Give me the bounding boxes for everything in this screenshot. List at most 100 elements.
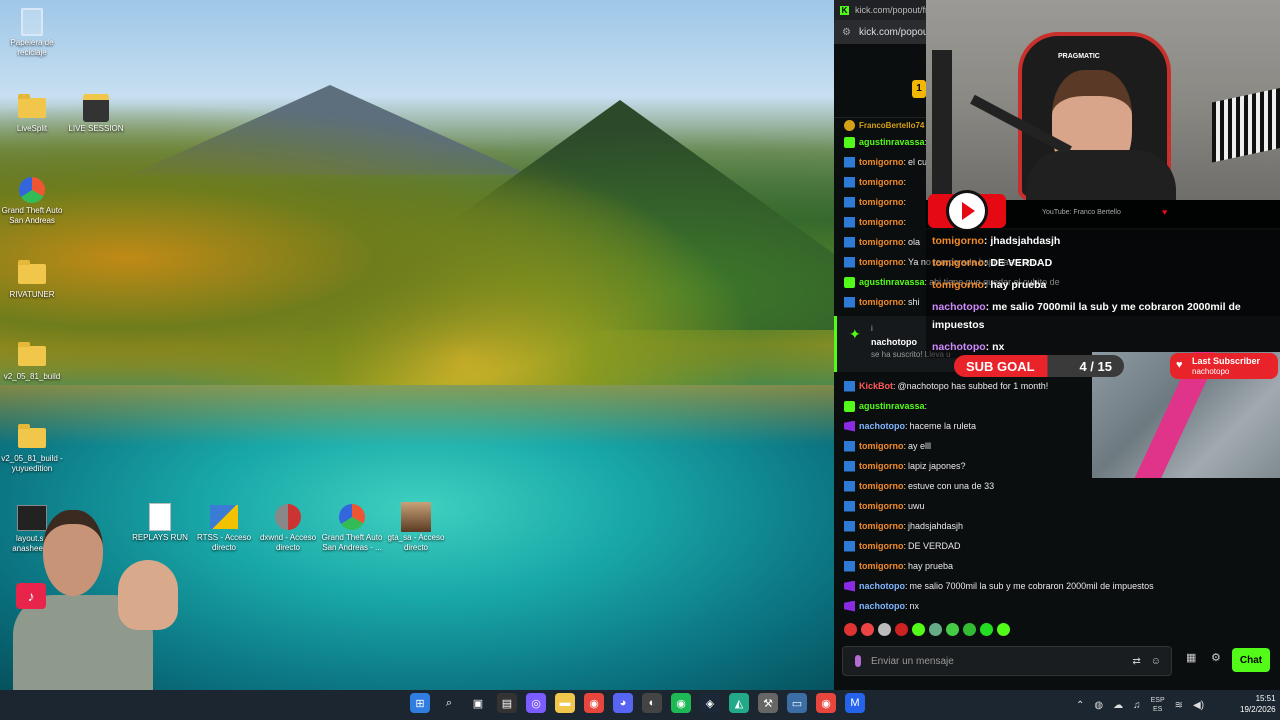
emote-icon[interactable] (929, 623, 942, 636)
chat-username[interactable]: FrancoBertello74 (859, 121, 924, 130)
chat-input-placeholder: Enviar un mensaje (871, 655, 954, 667)
emote-icon[interactable] (861, 623, 874, 636)
gta-icon[interactable]: ◭ (729, 693, 749, 713)
tool-icon[interactable]: ⚒ (758, 693, 778, 713)
chat-text: uwu (908, 501, 925, 511)
chat-message: tomigorno: jhadsjahdasjh (834, 516, 1280, 536)
folder-icon (18, 342, 46, 366)
emote-icon[interactable] (912, 623, 925, 636)
chat-message: nachotopo: nx (834, 596, 1280, 616)
chat-username[interactable]: nachotopo (859, 601, 905, 611)
desktop-icon-build-yuyu[interactable]: v2_05_81_build - yuyuedition (0, 424, 67, 474)
gta-icon (339, 504, 365, 530)
store-icon[interactable]: ▤ (497, 693, 517, 713)
cloud-icon[interactable]: ☁ (1113, 700, 1123, 711)
discord-icon[interactable]: ◕ (613, 693, 633, 713)
emote-icon[interactable] (895, 623, 908, 636)
mail-icon[interactable]: M (845, 693, 865, 713)
monitor-icon[interactable]: ▭ (787, 693, 807, 713)
chat-username[interactable]: agustinravassa (859, 277, 925, 287)
chat-username[interactable]: tomigorno (859, 501, 904, 511)
emote-icon[interactable] (997, 623, 1010, 636)
wifi-icon[interactable]: ≋ (1175, 700, 1183, 711)
desktop-icon-rtss[interactable]: RTSS - Acceso directo (189, 503, 259, 553)
chat-username[interactable]: KickBot (859, 381, 893, 391)
folder-icon (18, 94, 46, 118)
chat-send-button[interactable]: Chat (1232, 648, 1270, 672)
file-explorer-icon[interactable]: ▬ (555, 693, 575, 713)
chat-username[interactable]: agustinravassa (859, 401, 925, 411)
chat-text: ola (908, 237, 921, 247)
emote-icon[interactable] (844, 623, 857, 636)
chrome-icon[interactable]: ◉ (816, 693, 836, 713)
desktop-icon-livesplit[interactable]: LiveSplit (0, 94, 67, 134)
clock[interactable]: 15:51 19/2/2026 (1240, 693, 1276, 715)
chrome-icon[interactable]: ◉ (584, 693, 604, 713)
desktop-icon-build[interactable]: v2_05_81_build (0, 342, 67, 382)
tab-title: kick.com/popout/fra (855, 5, 934, 15)
clock-time: 15:51 (1255, 694, 1276, 703)
chat-username[interactable]: nachotopo (859, 421, 905, 431)
chat-message: tomigorno: hay prueba (834, 556, 1280, 576)
search-icon[interactable]: ⌕ (439, 693, 459, 713)
emote-bar (844, 623, 1010, 636)
obs-icon[interactable]: ◐ (642, 693, 662, 713)
chat-username[interactable]: tomigorno (859, 481, 904, 491)
desktop-icon-rivatuner[interactable]: RIVATUNER (0, 260, 67, 300)
language-indicator[interactable]: ESP ES (1151, 696, 1165, 714)
chat-username[interactable]: tomigorno (859, 297, 904, 307)
settings-icon[interactable]: ⚙ (1211, 651, 1221, 664)
chevron-up-icon[interactable]: ⌃ (1076, 700, 1084, 711)
desktop-icon-dxwnd[interactable]: dxwnd - Acceso directo (253, 503, 323, 553)
desktop-icon-gta-sa-shortcut[interactable]: Grand Theft Auto San Andreas - ... (317, 503, 387, 553)
chat-username[interactable]: tomigorno (859, 441, 904, 451)
desktop-icon-gta-exe[interactable]: gta_sa - Acceso directo (381, 502, 451, 553)
emote-icon[interactable] (963, 623, 976, 636)
chat-username[interactable]: nachotopo (859, 581, 905, 591)
tiktok-icon[interactable]: ♪ (16, 583, 46, 609)
circle-app-icon[interactable]: ◎ (526, 693, 546, 713)
translate-icon[interactable]: ⇄ (1132, 656, 1140, 667)
chat-username[interactable]: tomigorno (859, 177, 904, 187)
chat-username[interactable]: tomigorno (859, 561, 904, 571)
heart-icon: ♥ (1176, 359, 1183, 371)
overlay-chat-message: tomigorno: DE VERDAD (926, 252, 1280, 274)
chat-separator: : (905, 581, 908, 591)
task-view-icon[interactable]: ▣ (468, 693, 488, 713)
chat-username[interactable]: tomigorno (859, 521, 904, 531)
last-subscriber-title: Last Subscriber (1192, 356, 1261, 366)
chat-username[interactable]: tomigorno (859, 157, 904, 167)
badge-icon (844, 560, 855, 572)
network-tray-icon[interactable]: ◍ (1094, 700, 1103, 711)
emote-icon[interactable] (878, 623, 891, 636)
volume-icon[interactable]: ◀) (1193, 700, 1204, 711)
photo-icon (401, 502, 431, 532)
windows-start-icon[interactable]: ⊞ (410, 693, 430, 713)
chat-input[interactable]: Enviar un mensaje ⇄ ☺ (842, 646, 1172, 676)
kick-icon: K (840, 5, 849, 15)
chat-username[interactable]: tomigorno (859, 541, 904, 551)
coin-icon[interactable]: 1 (912, 80, 926, 98)
gift-icon[interactable]: ▦ (1186, 651, 1196, 664)
spotify-icon[interactable]: ◉ (671, 693, 691, 713)
emoji-icon[interactable]: ☺ (1151, 656, 1161, 667)
overlay-chat-username: tomigorno (932, 279, 984, 291)
emote-icon[interactable] (946, 623, 959, 636)
chat-username[interactable]: tomigorno (859, 237, 904, 247)
desktop-icon-live-session[interactable]: LIVE SESSION (61, 94, 131, 134)
chat-username[interactable]: agustinravassa (859, 137, 925, 147)
chat-separator: : (905, 421, 908, 431)
desktop-icon-gta-sa[interactable]: Grand Theft Auto San Andreas (0, 176, 67, 226)
site-settings-icon[interactable]: ⚙ (842, 27, 851, 38)
steam-icon[interactable]: ◈ (700, 693, 720, 713)
chat-username[interactable]: tomigorno (859, 257, 904, 267)
desktop-icon-recycle-bin[interactable]: Papelera de reciclaje (0, 8, 67, 58)
sub-username[interactable]: nachotopo (871, 337, 917, 347)
chat-username[interactable]: tomigorno (859, 197, 904, 207)
desktop-icon-label: dxwnd - Acceso directo (259, 533, 317, 552)
chat-username[interactable]: tomigorno (859, 461, 904, 471)
emote-icon[interactable] (980, 623, 993, 636)
desktop-icon-label: v2_05_81_build (3, 372, 61, 381)
chat-username[interactable]: tomigorno (859, 217, 904, 227)
mic-icon[interactable]: ♫ (1133, 700, 1141, 711)
